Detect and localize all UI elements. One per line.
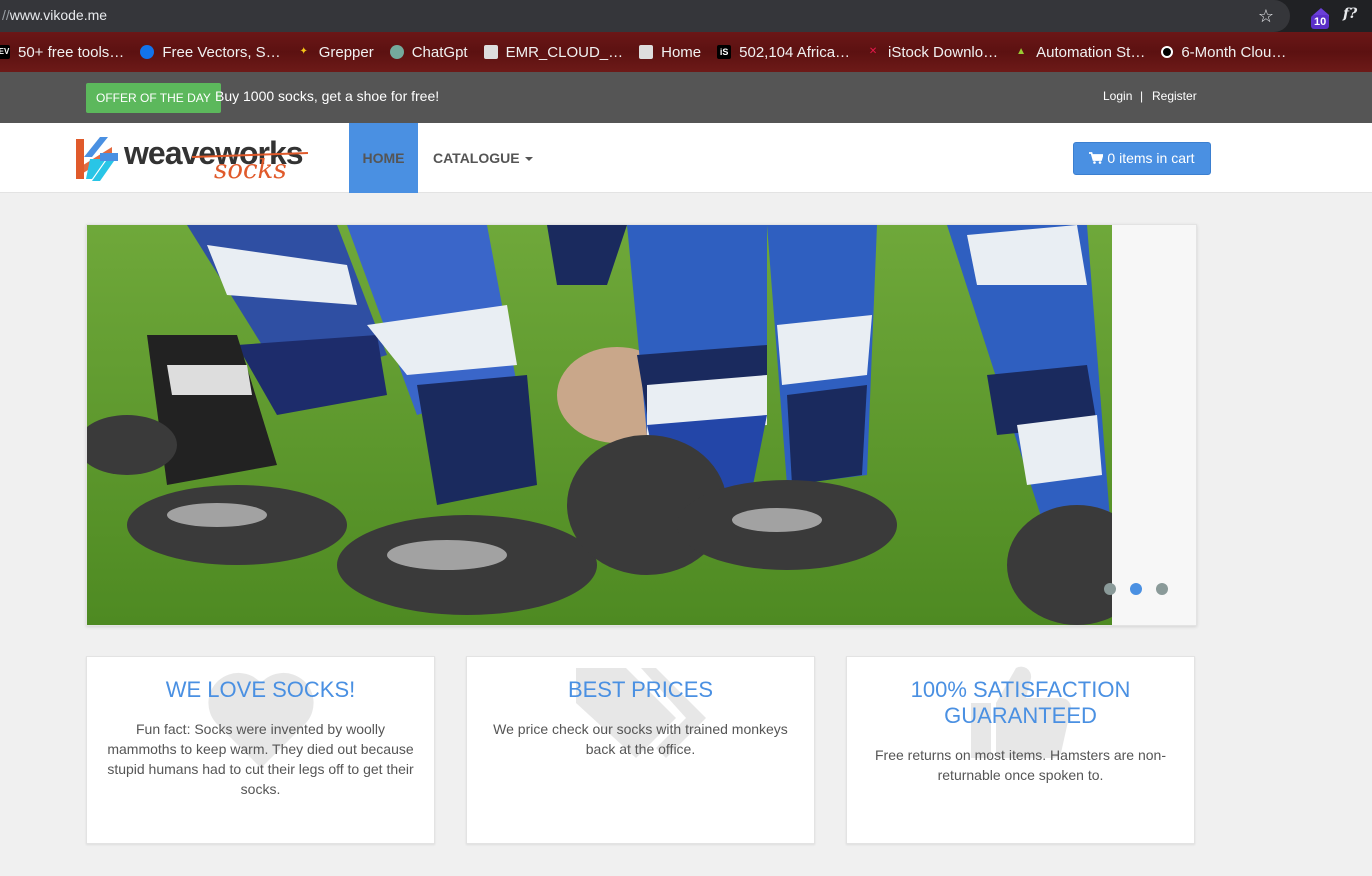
offer-text: Buy 1000 socks, get a shoe for free! — [215, 88, 440, 104]
feature-box-best-prices: BEST PRICES We price check our socks wit… — [466, 656, 815, 844]
bookmark-label: iStock Downlo… — [888, 43, 999, 61]
carousel-dot[interactable] — [1156, 583, 1168, 595]
grepper-icon: ✦ — [299, 46, 308, 57]
dev-icon: EV — [0, 45, 10, 59]
feature-box-love-socks: WE LOVE SOCKS! Fun fact: Socks were inve… — [86, 656, 435, 844]
login-link[interactable]: Login — [1103, 89, 1132, 103]
browser-toolbar: //www.vikode.me ☆ 10 f? — [0, 0, 1372, 32]
hero-carousel — [86, 224, 1197, 626]
feature-box-satisfaction: 100% SATISFACTION GUARANTEED Free return… — [846, 656, 1195, 844]
bookmark-label: EMR_CLOUD_… — [505, 43, 624, 61]
nav-catalogue-label: CATALOGUE — [433, 150, 520, 166]
feature-text: Free returns on most items. Hamsters are… — [875, 747, 1166, 783]
cart-icon — [1089, 152, 1105, 164]
function-extension-icon[interactable]: f? — [1343, 6, 1357, 22]
weaveworks-logo-icon — [76, 137, 118, 181]
automation-icon: ▲ — [1016, 46, 1027, 57]
bookmark-label: Free Vectors, S… — [162, 43, 281, 61]
cart-label: 0 items in cart — [1107, 150, 1195, 166]
bookmark-item[interactable]: ChatGpt — [389, 43, 468, 61]
feature-text: Fun fact: Socks were invented by woolly … — [107, 721, 414, 797]
bookmark-label: Automation St… — [1036, 43, 1146, 61]
bookmark-item[interactable]: EV 50+ free tools… — [0, 44, 124, 61]
nav-home[interactable]: HOME — [349, 123, 418, 193]
page-icon — [639, 45, 654, 59]
istock-icon: iS — [717, 45, 732, 59]
bookmark-label: Grepper — [318, 43, 374, 61]
feature-title: WE LOVE SOCKS! — [165, 677, 356, 702]
offer-badge[interactable]: OFFER OF THE DAY — [86, 83, 221, 113]
offer-bar: OFFER OF THE DAY Buy 1000 socks, get a s… — [0, 72, 1372, 123]
logo-subtext: socks — [214, 155, 287, 185]
bookmark-label: Home — [661, 43, 702, 61]
circle-icon — [1161, 46, 1174, 58]
bookmark-label: 6-Month Clou… — [1181, 43, 1287, 61]
register-link[interactable]: Register — [1152, 89, 1197, 103]
url-scheme: // — [2, 7, 10, 23]
hero-image[interactable] — [87, 225, 1112, 625]
weaveworks-logo[interactable]: weaveworks socks — [70, 133, 310, 183]
url-host: www.vikode.me — [9, 7, 108, 23]
bookmarks-bar: EV 50+ free tools… Free Vectors, S… ✦ Gr… — [0, 32, 1372, 72]
feature-text: We price check our socks with trained mo… — [493, 721, 788, 757]
caret-down-icon — [524, 157, 533, 162]
link-separator: | — [1140, 89, 1144, 103]
carousel-dot-active[interactable] — [1130, 583, 1142, 595]
bookmark-item[interactable]: Home — [639, 44, 701, 61]
bookmark-item[interactable]: EMR_CLOUD_… — [483, 43, 624, 61]
chatgpt-icon — [389, 45, 404, 59]
cart-button[interactable]: 0 items in cart — [1073, 142, 1211, 175]
nav-catalogue[interactable]: CATALOGUE — [433, 123, 533, 193]
feature-title: 100% SATISFACTION GUARANTEED — [910, 677, 1131, 728]
bookmark-item[interactable]: ▲ Automation St… — [1014, 44, 1145, 61]
feature-title: BEST PRICES — [567, 677, 714, 702]
bookmark-item[interactable]: ✕ iStock Downlo… — [866, 44, 998, 61]
download-icon: ✕ — [868, 46, 878, 57]
bookmark-star-icon[interactable]: ☆ — [1256, 6, 1276, 26]
bookmark-item[interactable]: 6-Month Clou… — [1161, 44, 1286, 61]
carousel-indicators — [1104, 583, 1182, 595]
bookmark-item[interactable]: iS 502,104 Africa… — [717, 44, 850, 61]
bookmark-item[interactable]: ✦ Grepper — [297, 43, 374, 61]
page-icon — [483, 45, 498, 59]
freepik-icon — [140, 45, 155, 59]
extension-badge: 10 — [1311, 15, 1330, 29]
bookmark-label: ChatGpt — [411, 43, 468, 61]
carousel-dot[interactable] — [1104, 583, 1116, 595]
bookmark-label: 50+ free tools… — [18, 43, 125, 61]
bookmark-item[interactable]: Free Vectors, S… — [140, 43, 281, 61]
address-bar[interactable]: //www.vikode.me — [0, 0, 1290, 32]
bookmark-label: 502,104 Africa… — [739, 43, 851, 61]
main-navbar: weaveworks socks HOME CATALOGUE 0 items … — [0, 123, 1372, 193]
